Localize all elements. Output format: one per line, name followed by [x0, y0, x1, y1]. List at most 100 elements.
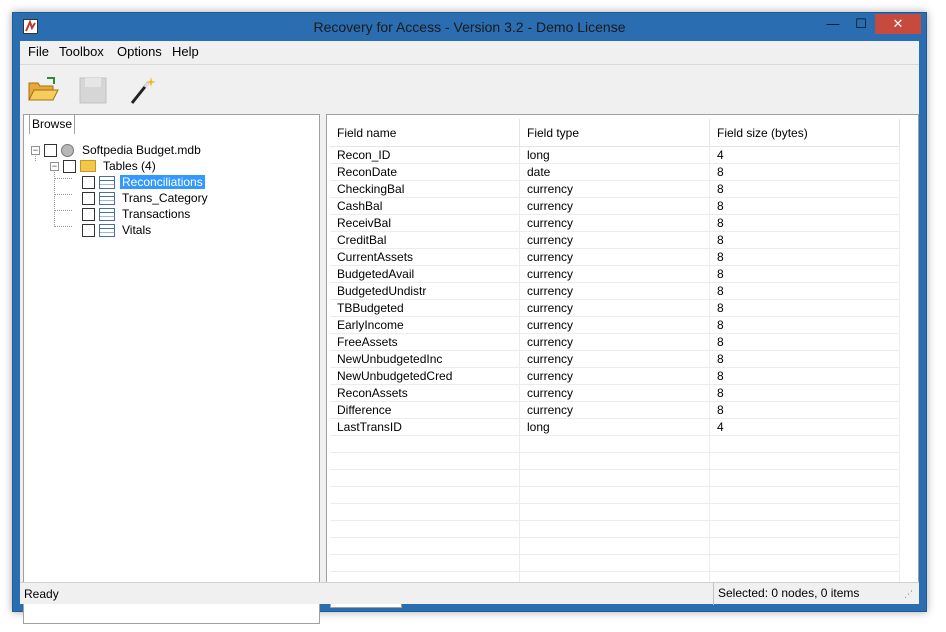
menu-bar: File Toolbox Options Help	[20, 41, 919, 63]
save-button[interactable]	[76, 73, 110, 107]
field-name-cell: NewUnbudgetedCred	[330, 368, 520, 385]
collapse-toggle[interactable]: −	[50, 161, 59, 171]
field-type-cell: currency	[520, 181, 710, 198]
table-row[interactable]: LastTransID long 4	[330, 419, 900, 436]
field-type-cell	[520, 487, 710, 504]
field-size-cell: 4	[710, 419, 900, 436]
tree-item-transactions[interactable]: Transactions	[82, 206, 192, 222]
field-size-cell: 8	[710, 300, 900, 317]
field-type-cell	[520, 436, 710, 453]
window-title: Recovery for Access - Version 3.2 - Demo…	[313, 19, 626, 35]
open-button[interactable]	[26, 73, 60, 107]
title-bar[interactable]: Recovery for Access - Version 3.2 - Demo…	[13, 13, 926, 41]
tree-node-database[interactable]: − Softpedia Budget.mdb	[31, 142, 203, 158]
field-name-cell	[330, 453, 520, 470]
fields-grid: Field name Field type Field size (bytes)…	[330, 119, 900, 589]
table-row[interactable]: CashBal currency 8	[330, 198, 900, 215]
tree-item-trans-category[interactable]: Trans_Category	[82, 190, 210, 206]
field-type-cell: long	[520, 419, 710, 436]
field-size-cell	[710, 538, 900, 555]
field-name-cell	[330, 504, 520, 521]
table-row[interactable]: BudgetedAvail currency 8	[330, 266, 900, 283]
tree-checkbox[interactable]	[82, 175, 95, 189]
folder-icon	[80, 160, 96, 172]
field-name-cell: Difference	[330, 402, 520, 419]
empty-row	[330, 470, 900, 487]
toolbar	[20, 64, 919, 112]
table-row[interactable]: FreeAssets currency 8	[330, 334, 900, 351]
table-icon	[99, 175, 115, 189]
field-name-cell: CurrentAssets	[330, 249, 520, 266]
field-type-cell: currency	[520, 266, 710, 283]
tree-checkbox[interactable]	[82, 207, 95, 221]
table-row[interactable]: EarlyIncome currency 8	[330, 317, 900, 334]
minimize-button[interactable]: —	[820, 14, 846, 34]
tree-checkbox[interactable]	[82, 223, 95, 237]
tree-node-tables[interactable]: − Tables (4)	[50, 158, 158, 174]
field-size-cell	[710, 504, 900, 521]
field-type-cell: currency	[520, 402, 710, 419]
field-type-cell: currency	[520, 249, 710, 266]
menu-options[interactable]: Options	[117, 44, 162, 59]
empty-row	[330, 521, 900, 538]
field-size-cell: 8	[710, 317, 900, 334]
maximize-button[interactable]: ☐	[848, 14, 874, 34]
menu-help[interactable]: Help	[172, 44, 199, 59]
tab-browse[interactable]: Browse	[29, 114, 75, 134]
tree-label: Transactions	[122, 207, 191, 221]
field-size-cell: 8	[710, 215, 900, 232]
table-row[interactable]: ReceivBal currency 8	[330, 215, 900, 232]
field-size-cell: 8	[710, 249, 900, 266]
app-window: Recovery for Access - Version 3.2 - Demo…	[12, 12, 927, 624]
field-name-cell: NewUnbudgetedInc	[330, 351, 520, 368]
table-icon	[99, 191, 115, 205]
collapse-toggle[interactable]: −	[31, 145, 40, 155]
table-row[interactable]: ReconDate date 8	[330, 164, 900, 181]
field-type-cell	[520, 504, 710, 521]
table-row[interactable]: NewUnbudgetedCred currency 8	[330, 368, 900, 385]
table-row[interactable]: TBBudgeted currency 8	[330, 300, 900, 317]
field-size-cell: 4	[710, 147, 900, 164]
field-type-cell: currency	[520, 317, 710, 334]
field-name-cell: BudgetedUndistr	[330, 283, 520, 300]
empty-row	[330, 555, 900, 572]
table-row[interactable]: CheckingBal currency 8	[330, 181, 900, 198]
column-header[interactable]: Field size (bytes)	[710, 119, 900, 147]
field-size-cell: 8	[710, 232, 900, 249]
field-name-cell: ReconDate	[330, 164, 520, 181]
tree-checkbox[interactable]	[82, 191, 95, 205]
field-type-cell: currency	[520, 198, 710, 215]
table-row[interactable]: CreditBal currency 8	[330, 232, 900, 249]
table-row[interactable]: CurrentAssets currency 8	[330, 249, 900, 266]
field-type-cell	[520, 555, 710, 572]
field-size-cell	[710, 453, 900, 470]
database-icon	[61, 143, 74, 157]
table-row[interactable]: NewUnbudgetedInc currency 8	[330, 351, 900, 368]
column-header[interactable]: Field name	[330, 119, 520, 147]
field-type-cell: currency	[520, 215, 710, 232]
tree-item-reconciliations[interactable]: Reconciliations	[82, 174, 205, 190]
empty-row	[330, 436, 900, 453]
table-row[interactable]: Difference currency 8	[330, 402, 900, 419]
menu-file[interactable]: File	[28, 44, 49, 59]
column-header[interactable]: Field type	[520, 119, 710, 147]
tree-checkbox[interactable]	[63, 159, 76, 173]
tree-item-vitals[interactable]: Vitals	[82, 222, 153, 238]
field-type-cell	[520, 538, 710, 555]
table-row[interactable]: ReconAssets currency 8	[330, 385, 900, 402]
tree-checkbox[interactable]	[44, 143, 57, 157]
field-type-cell	[520, 453, 710, 470]
wizard-button[interactable]	[126, 73, 160, 107]
resize-grip-icon[interactable]: ⋰	[904, 589, 916, 601]
field-size-cell	[710, 521, 900, 538]
field-name-cell	[330, 521, 520, 538]
menu-toolbox[interactable]: Toolbox	[59, 44, 104, 59]
field-name-cell: CashBal	[330, 198, 520, 215]
field-type-cell: long	[520, 147, 710, 164]
close-button[interactable]: ✕	[875, 14, 921, 34]
field-size-cell: 8	[710, 266, 900, 283]
field-name-cell	[330, 487, 520, 504]
field-name-cell: EarlyIncome	[330, 317, 520, 334]
table-row[interactable]: BudgetedUndistr currency 8	[330, 283, 900, 300]
table-row[interactable]: Recon_ID long 4	[330, 147, 900, 164]
